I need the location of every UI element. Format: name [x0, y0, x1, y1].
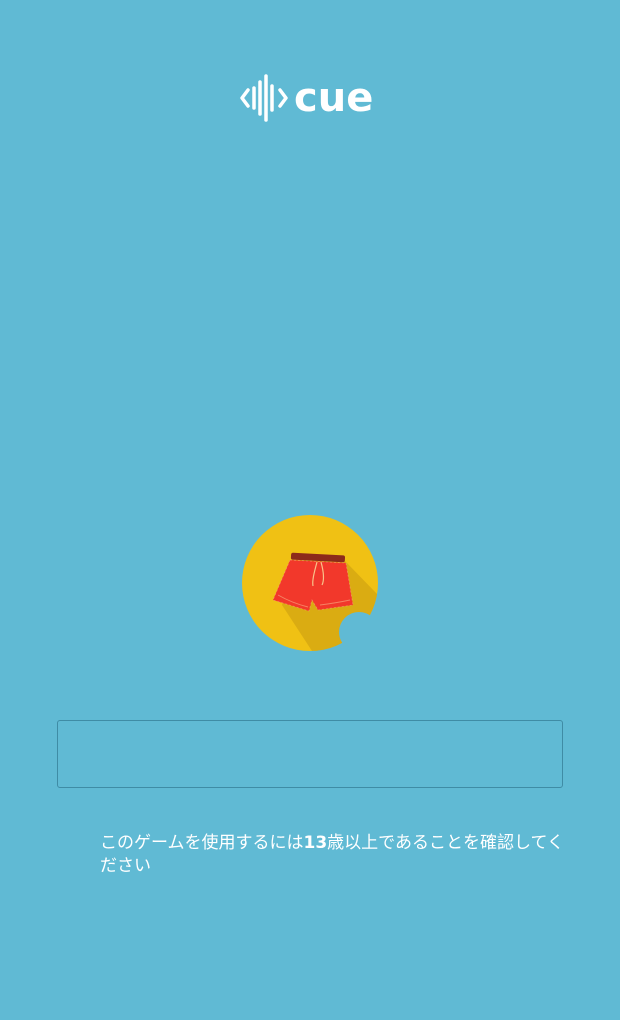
- consent-age: 13: [303, 833, 328, 853]
- name-input[interactable]: [57, 720, 563, 788]
- cue-logo: cue: [240, 74, 373, 122]
- red-shorts-icon: [242, 515, 378, 651]
- age-consent-text: このゲームを使用するには13歳以上であることを確認してください: [100, 832, 570, 878]
- logo-text: cue: [294, 75, 374, 121]
- consent-text-before: このゲームを使用するには: [100, 833, 304, 853]
- sound-wave-brackets-icon: [240, 74, 288, 122]
- avatar[interactable]: [242, 515, 378, 651]
